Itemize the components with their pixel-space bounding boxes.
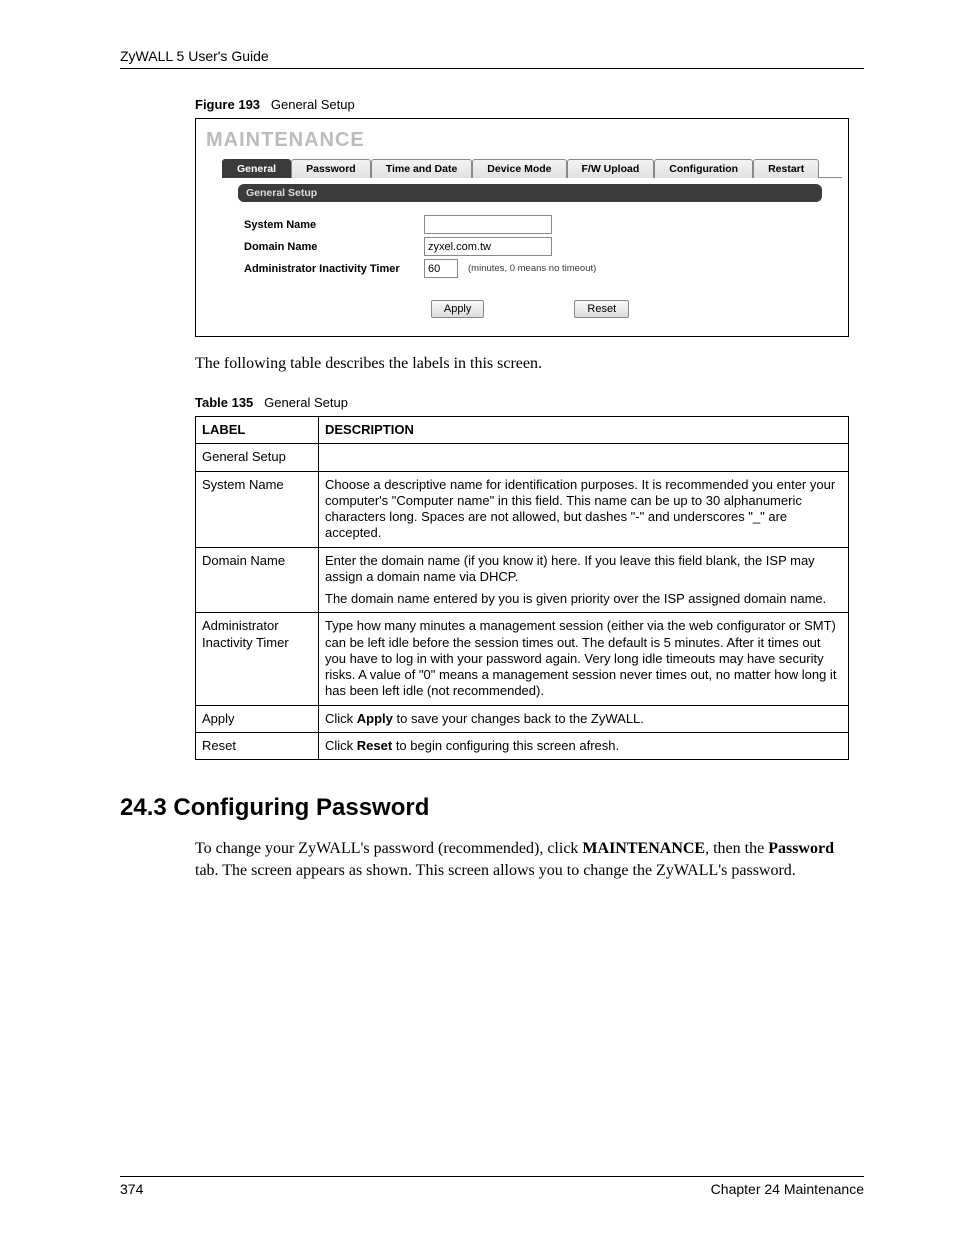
cell-label: Reset — [196, 732, 319, 759]
input-admin-inactivity-timer[interactable] — [424, 259, 458, 278]
cell-desc: Enter the domain name (if you know it) h… — [319, 547, 849, 613]
th-description: DESCRIPTION — [319, 417, 849, 444]
tab-restart[interactable]: Restart — [753, 159, 819, 178]
table-caption: Table 135 General Setup — [195, 395, 864, 410]
section-bar-general-setup: General Setup — [238, 184, 822, 202]
reset-button[interactable]: Reset — [574, 300, 629, 318]
cell-desc — [319, 444, 849, 471]
tabs-row: General Password Time and Date Device Mo… — [222, 158, 842, 178]
label-domain-name: Domain Name — [244, 241, 424, 253]
th-label: LABEL — [196, 417, 319, 444]
tab-time-and-date[interactable]: Time and Date — [371, 159, 473, 178]
table-row: General Setup — [196, 444, 849, 471]
cell-label: General Setup — [196, 444, 319, 471]
table-row: Reset Click Reset to begin configuring t… — [196, 732, 849, 759]
cell-desc: Choose a descriptive name for identifica… — [319, 471, 849, 547]
cell-desc: Type how many minutes a management sessi… — [319, 613, 849, 705]
figure-title: General Setup — [271, 97, 355, 112]
cell-label: Apply — [196, 705, 319, 732]
page-number: 374 — [120, 1181, 143, 1197]
cell-label: Domain Name — [196, 547, 319, 613]
input-domain-name[interactable] — [424, 237, 552, 256]
cell-desc: Click Reset to begin configuring this sc… — [319, 732, 849, 759]
tab-fw-upload[interactable]: F/W Upload — [567, 159, 655, 178]
tab-general[interactable]: General — [222, 159, 291, 178]
table-row: Apply Click Apply to save your changes b… — [196, 705, 849, 732]
chapter-label: Chapter 24 Maintenance — [711, 1181, 864, 1197]
input-system-name[interactable] — [424, 215, 552, 234]
section-heading-configuring-password: 24.3 Configuring Password — [120, 794, 864, 822]
figure-number: Figure 193 — [195, 97, 260, 112]
label-system-name: System Name — [244, 219, 424, 231]
figure-box: MAINTENANCE General Password Time and Da… — [195, 118, 849, 337]
cell-label: Administrator Inactivity Timer — [196, 613, 319, 705]
cell-label: System Name — [196, 471, 319, 547]
intro-paragraph: The following table describes the labels… — [195, 355, 864, 373]
table-number: Table 135 — [195, 395, 253, 410]
apply-button[interactable]: Apply — [431, 300, 485, 318]
header-title: ZyWALL 5 User's Guide — [120, 48, 864, 69]
table-row: System Name Choose a descriptive name fo… — [196, 471, 849, 547]
section-body-paragraph: To change your ZyWALL's password (recomm… — [195, 838, 855, 881]
table-title: General Setup — [264, 395, 348, 410]
figure-caption: Figure 193 General Setup — [195, 97, 864, 112]
label-admin-inactivity-timer: Administrator Inactivity Timer — [244, 263, 424, 275]
table-row: Administrator Inactivity Timer Type how … — [196, 613, 849, 705]
hint-admin-inactivity-timer: (minutes, 0 means no timeout) — [468, 263, 596, 274]
maintenance-title: MAINTENANCE — [206, 129, 842, 152]
tab-configuration[interactable]: Configuration — [654, 159, 753, 178]
tab-password[interactable]: Password — [291, 159, 371, 178]
page-footer: 374 Chapter 24 Maintenance — [120, 1176, 864, 1197]
tab-device-mode[interactable]: Device Mode — [472, 159, 566, 178]
cell-desc: Click Apply to save your changes back to… — [319, 705, 849, 732]
table-row: Domain Name Enter the domain name (if yo… — [196, 547, 849, 613]
table-general-setup: LABEL DESCRIPTION General Setup System N… — [195, 416, 849, 760]
